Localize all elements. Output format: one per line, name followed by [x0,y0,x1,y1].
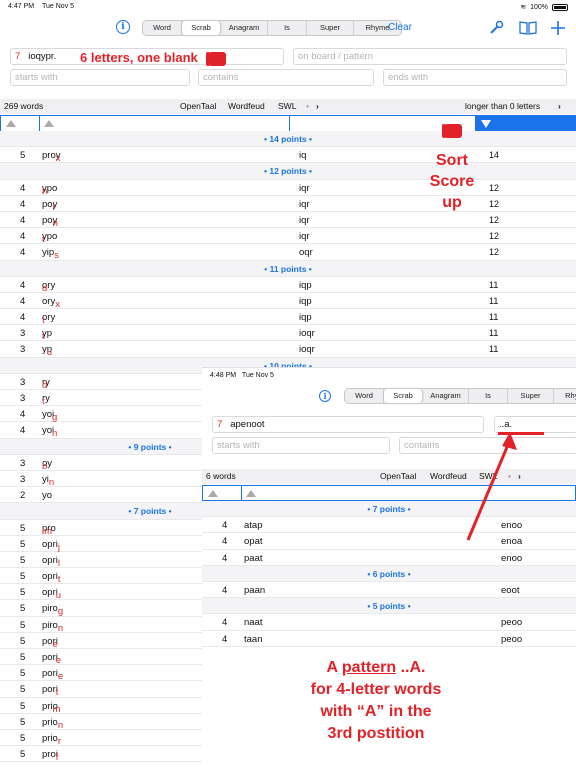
table-row[interactable]: 4 t ory iqp 11 [0,309,576,326]
results-header: 269 words OpenTaal Wordfeud SWL • › long… [0,99,576,114]
sort-length-icon[interactable] [208,490,218,497]
sort-word-icon[interactable] [246,490,256,497]
table-row[interactable]: 4 paan eoot [202,582,576,599]
mode-segmented-control: Word Scrab Anagram Is Super Rhyme [142,20,402,36]
tab-is[interactable]: Is [469,389,508,403]
tab-scrab[interactable]: Scrab [384,389,423,403]
arrow-annotation [466,432,517,541]
pattern-value: ..a. [499,419,513,430]
word-count: 269 words [4,101,44,111]
table-row[interactable]: 4 ory x iqp 11 [0,293,576,310]
word-count: 6 words [206,471,236,481]
tab-super[interactable]: Super [508,389,554,403]
pointing-hand-icon [206,52,226,66]
letter-count: 7 [15,51,21,62]
table-row[interactable]: 4 h ypo iqr 12 [0,180,576,197]
contains-input[interactable]: contains [198,69,374,86]
sort-length-icon[interactable] [6,120,16,127]
tab-scrab[interactable]: Scrab [182,21,221,35]
starts-with-input[interactable]: starts with [10,69,190,86]
group-header: • 14 points • [0,131,576,148]
pattern-underline [498,432,544,435]
table-row[interactable]: 4 paat enoo [202,550,576,566]
group-header: • 12 points • [0,163,576,180]
table-row[interactable]: 5 pro x y iq 14 [0,147,576,164]
tab-rhyme[interactable]: Rhyme [554,389,576,403]
chevron-right-icon[interactable]: › [558,101,561,111]
table-row[interactable]: 4 po n y iqr 12 [0,212,576,229]
table-row[interactable]: 4 t ypo iqr 12 [0,228,576,245]
table-row[interactable]: 4 naat peoo [202,614,576,631]
tab-word[interactable]: Word [345,389,384,403]
table-row[interactable]: 4 yip s oqr 12 [0,244,576,261]
table-row[interactable]: 3 t yp ioqr 11 [0,325,576,342]
dictionary-swl[interactable]: SWL [278,101,296,111]
chevron-right-icon[interactable]: › [316,101,319,111]
column-divider [241,486,242,500]
toolbar: i Word Scrab Anagram Is Super Rhyme Clea… [0,14,576,44]
inset-mode-segmented-control: Word Scrab Anagram Is Super Rhyme [344,388,576,404]
plus-icon[interactable] [551,20,565,36]
column-divider [39,116,40,131]
annotation-sort-score: Sort Score up [429,152,475,211]
pattern-input[interactable]: on board / pattern [293,48,567,65]
tab-word[interactable]: Word [143,21,182,35]
status-date: Tue Nov 5 [42,3,75,10]
group-header: • 11 points • [0,260,576,277]
info-icon[interactable]: i [116,20,130,34]
clear-button[interactable]: Clear [388,22,412,33]
tab-super[interactable]: Super [307,21,354,35]
group-header: • 5 points • [202,598,576,615]
status-bar: 4:47 PM Tue Nov 5 ≋ 100% [0,0,576,14]
annotation-pattern: A pattern ..A. for 4-letter words with “… [310,659,442,742]
info-icon[interactable]: i [319,390,331,402]
inset-starts-with-input[interactable]: starts with [212,437,390,454]
battery-percent: 100% [530,3,548,11]
annotation-six-letters: 6 letters, one blank [80,50,198,65]
table-row[interactable]: 4 taan peoo [202,631,576,647]
wrench-icon[interactable] [488,20,504,36]
dictionary-opentaal[interactable]: OpenTaal [180,101,216,111]
column-divider [289,116,290,131]
status-time: 4:47 PM [8,3,35,10]
table-row[interactable]: 3 y u p ioqr 11 [0,341,576,358]
ends-with-input[interactable]: ends with [383,69,567,86]
tab-anagram[interactable]: Anagram [221,21,268,35]
inset-status: 4:48 PM Tue Nov 5 [210,372,274,379]
sort-score-button[interactable] [475,116,576,131]
sort-header-row [0,115,576,132]
book-icon[interactable] [519,20,537,36]
table-row[interactable]: 4 po l y iqr 12 [0,196,576,213]
tab-anagram[interactable]: Anagram [423,389,469,403]
sort-word-icon[interactable] [44,120,54,127]
battery-icon [552,3,568,11]
dictionary-wordfeud[interactable]: Wordfeud [228,101,265,111]
inset-letters-input[interactable]: 7 apenoot [212,416,484,433]
group-header: • 6 points • [202,565,576,582]
letters-value: ioqypr. [28,51,57,62]
table-row[interactable]: 4 d ory iqp 11 [0,277,576,294]
more-dots: • [306,101,309,111]
pointing-hand-icon [442,124,462,138]
dictionary-opentaal[interactable]: OpenTaal [380,471,416,481]
tab-is[interactable]: Is [268,21,307,35]
status-right: ≋ 100% [520,3,568,11]
length-filter[interactable]: longer than 0 letters [465,101,540,111]
wifi-icon: ≋ [520,4,527,11]
